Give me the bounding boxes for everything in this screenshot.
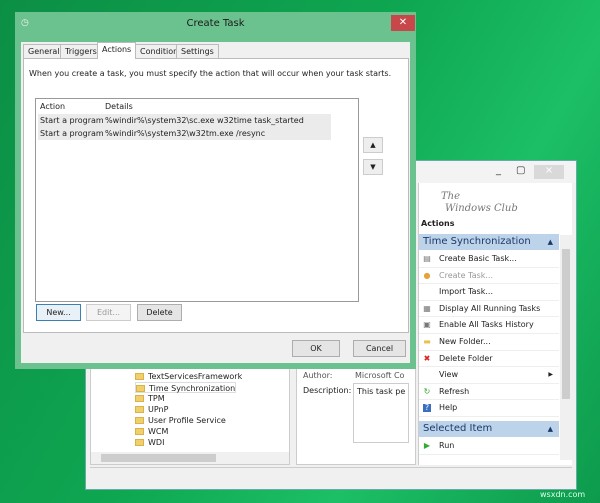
section-header-selected-item[interactable]: Selected Item ▲ [419, 421, 559, 437]
run-icon: ▶ [423, 441, 431, 450]
actions-panel: When you create a task, you must specify… [23, 58, 409, 333]
list-icon: ▦ [423, 303, 431, 313]
minimize-button[interactable]: _ [496, 165, 501, 176]
logo-line2: Windows Club [445, 203, 518, 214]
actions-pane: The Windows Club Actions Time Synchroniz… [418, 183, 572, 465]
column-action[interactable]: Action [40, 100, 65, 113]
tab-actions[interactable]: Actions [97, 42, 137, 59]
author-label: Author: [303, 371, 333, 380]
close-button[interactable]: × [534, 165, 564, 179]
table-row[interactable]: Start a program %windir%\system32\sc.exe … [38, 114, 331, 127]
logo-line1: The [441, 191, 461, 202]
submenu-arrow-icon: ▶ [548, 371, 553, 379]
create-task-dialog: ◷ Create Task ✕ General Triggers Actions… [15, 12, 416, 369]
move-down-button[interactable]: ▼ [363, 159, 383, 175]
cancel-button[interactable]: Cancel [353, 340, 406, 357]
action-item[interactable]: ▦ Display All Running Tasks [419, 301, 559, 318]
tab-settings[interactable]: Settings [176, 44, 219, 59]
delete-icon: ✖ [423, 353, 431, 363]
section-header-time-sync[interactable]: Time Synchronization ▲ [419, 234, 559, 250]
table-row[interactable]: Start a program %windir%\system32\w32tm.e… [38, 127, 331, 140]
description-label: Description: [303, 386, 352, 395]
wizard-icon: ▤ [423, 254, 431, 263]
action-item[interactable]: ▤ Create Basic Task... [419, 251, 559, 268]
action-item[interactable]: ▣ Enable All Tasks History [419, 317, 559, 334]
vertical-scrollbar[interactable] [560, 235, 572, 460]
help-icon: ? [423, 403, 431, 413]
tab-general[interactable]: General [23, 44, 65, 59]
edit-button[interactable]: Edit... [86, 304, 131, 321]
action-item[interactable]: ? Help [419, 400, 559, 417]
status-bar [90, 467, 572, 487]
tree-item[interactable]: TextServicesFramework [135, 371, 242, 382]
action-item[interactable]: ✖ Delete Folder [419, 351, 559, 368]
logo: The Windows Club [441, 191, 518, 215]
ok-button[interactable]: OK [292, 340, 340, 357]
tree-item[interactable]: WCM [135, 426, 168, 437]
dialog-body: General Triggers Actions Conditions Sett… [21, 42, 410, 363]
folder-icon [135, 395, 144, 402]
actions-list[interactable]: Action Details Start a program %windir%\sy… [35, 98, 359, 302]
folder-icon: ▬ [423, 337, 431, 346]
action-item[interactable]: View ▶ [419, 367, 559, 384]
tab-triggers[interactable]: Triggers [60, 44, 102, 59]
column-details[interactable]: Details [105, 100, 133, 113]
watermark: wsxdn.com [540, 490, 586, 499]
tree-item[interactable]: User Profile Service [135, 415, 226, 426]
dialog-title: Create Task [186, 18, 245, 29]
history-icon: ▣ [423, 320, 431, 330]
action-item[interactable]: Import Task... [419, 284, 559, 301]
folder-icon [135, 406, 144, 413]
action-item[interactable]: ↻ Refresh [419, 384, 559, 401]
task-details-panel: Author: Microsoft Co Description: This t… [296, 361, 416, 465]
list-header: Action Details [38, 100, 331, 113]
refresh-icon: ↻ [423, 386, 431, 396]
move-up-button[interactable]: ▲ [363, 137, 383, 153]
new-button[interactable]: New... [36, 304, 81, 321]
tree-item-selected[interactable]: Time Synchronization [135, 382, 237, 393]
folder-tree[interactable]: TextServicesFramework Time Synchronizati… [90, 361, 290, 465]
description-field[interactable]: This task pe [353, 383, 409, 443]
folder-icon [135, 417, 144, 424]
instruction-text: When you create a task, you must specify… [29, 69, 392, 78]
action-item[interactable]: ● Create Task... [419, 268, 559, 285]
tree-item[interactable]: WDI [135, 437, 164, 448]
close-button[interactable]: ✕ [391, 15, 415, 31]
author-value: Microsoft Co [355, 371, 405, 380]
tree-item[interactable]: TPM [135, 393, 165, 404]
task-icon: ● [423, 270, 431, 280]
actions-title: Actions [421, 219, 455, 228]
horizontal-scrollbar[interactable] [91, 452, 289, 464]
folder-icon [135, 373, 144, 380]
action-run[interactable]: ▶ Run [419, 438, 559, 455]
tree-item[interactable]: UPnP [135, 404, 168, 415]
folder-icon [135, 439, 144, 446]
delete-button[interactable]: Delete [137, 304, 182, 321]
maximize-button[interactable]: ▢ [516, 165, 525, 176]
folder-icon [136, 385, 145, 392]
action-item[interactable]: ▬ New Folder... [419, 334, 559, 351]
folder-icon [135, 428, 144, 435]
